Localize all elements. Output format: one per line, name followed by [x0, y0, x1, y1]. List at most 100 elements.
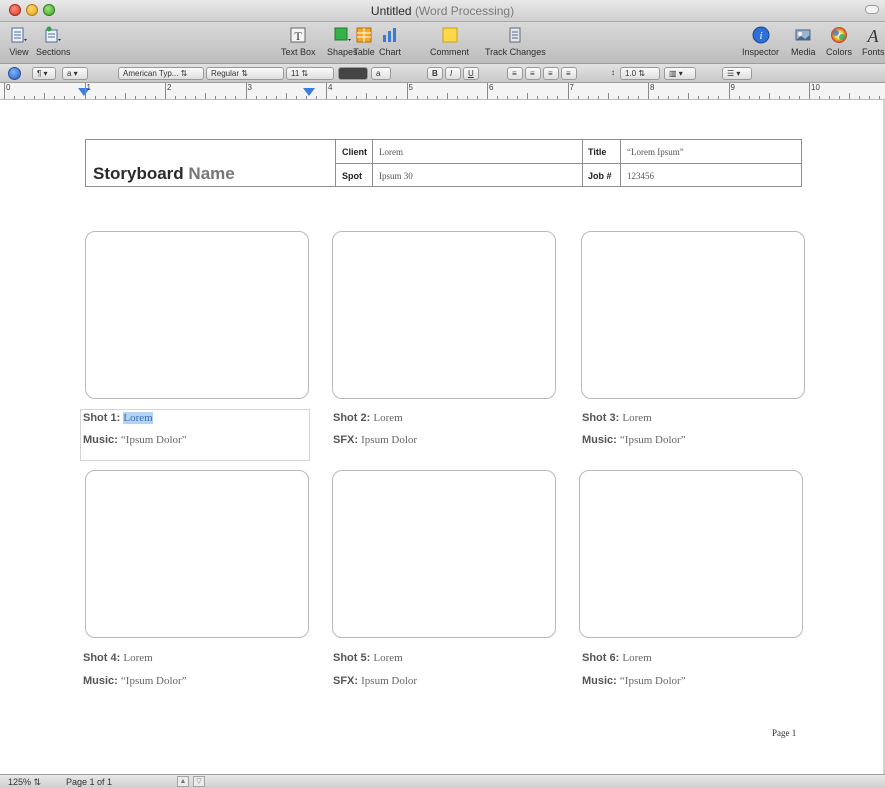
paragraph-style-popup[interactable]: ¶ ▾: [32, 67, 56, 80]
shot-5-caption[interactable]: Shot 5: Lorem: [333, 652, 403, 664]
fonts-label: Fonts: [862, 47, 885, 57]
svg-text:i: i: [759, 30, 762, 42]
view-button[interactable]: View: [8, 24, 30, 57]
track-changes-button[interactable]: Track Changes: [485, 24, 546, 57]
shot-6-music[interactable]: Music: “Ipsum Dolor”: [582, 675, 686, 687]
shot-2-caption[interactable]: Shot 2: Lorem: [333, 412, 403, 424]
previous-page-button[interactable]: ▲: [177, 776, 189, 787]
shot-frame-2[interactable]: [332, 231, 556, 399]
bold-label: B: [432, 69, 438, 78]
line-spacing-icon: ↕: [611, 68, 615, 77]
list-style-popup[interactable]: ☰ ▾: [722, 67, 752, 80]
styles-drawer-button[interactable]: [8, 67, 21, 80]
client-value-cell[interactable]: Lorem: [372, 140, 582, 163]
zoom-popup[interactable]: 125% ⇅: [8, 777, 41, 788]
toolbar-toggle-button[interactable]: [865, 5, 879, 14]
page-indicator: Page 1 of 1: [66, 777, 113, 787]
shot-1-meta-value: “Ipsum Dolor”: [120, 434, 187, 446]
shot-frame-5[interactable]: [332, 470, 556, 638]
ruler-tick: [637, 96, 639, 99]
inspector-button[interactable]: i Inspector: [742, 24, 779, 57]
shot-frame-6[interactable]: [579, 470, 803, 638]
ruler-number: 3: [247, 83, 252, 92]
text-box-button[interactable]: T Text Box: [281, 24, 316, 57]
title-label-cell[interactable]: Title: [582, 140, 620, 163]
job-label-cell[interactable]: Job #: [582, 163, 620, 186]
font-size-value: 11: [291, 69, 300, 78]
shot-1-music[interactable]: Music: “Ipsum Dolor”: [83, 434, 187, 446]
shot-1-value-selected[interactable]: Lorem: [123, 412, 153, 424]
table-button[interactable]: Table: [353, 24, 375, 57]
chart-button[interactable]: Chart: [379, 24, 401, 57]
shot-1-caption[interactable]: Shot 1: Lorem: [83, 412, 153, 424]
underline-label: U: [468, 69, 474, 78]
ruler-tick: [487, 83, 488, 99]
shot-6-caption[interactable]: Shot 6: Lorem: [582, 652, 652, 664]
line-spacing-field[interactable]: 1.0 ⇅: [620, 67, 660, 80]
character-fill-well[interactable]: a: [371, 67, 391, 80]
inspector-label: Inspector: [742, 47, 780, 57]
bold-button[interactable]: B: [427, 67, 443, 80]
format-bar: ¶ ▾ a ▾ American Typ... ⇅ Regular ⇅ 11 ⇅…: [0, 64, 885, 83]
horizontal-ruler[interactable]: 0 1 2 3 4 5 6 7 8 9 10: [0, 83, 885, 100]
shot-2-meta-value: Ipsum Dolor: [361, 434, 418, 446]
track-changes-label: Track Changes: [485, 47, 546, 57]
shot-3-caption[interactable]: Shot 3: Lorem: [582, 412, 652, 424]
font-style-popup[interactable]: Regular ⇅: [206, 67, 284, 80]
job-value-cell[interactable]: 123456: [620, 163, 801, 186]
shot-4-music[interactable]: Music: “Ipsum Dolor”: [83, 675, 187, 687]
ruler-tick: [517, 96, 519, 99]
shot-frame-4[interactable]: [85, 470, 309, 638]
ruler-tick: [104, 96, 106, 99]
tab-stop-marker[interactable]: [303, 88, 315, 96]
shot-3-music[interactable]: Music: “Ipsum Dolor”: [582, 434, 686, 446]
ruler-tick: [446, 93, 448, 99]
italic-button[interactable]: I: [445, 67, 461, 80]
align-right-button[interactable]: ≡: [543, 67, 559, 80]
ruler-tick: [577, 96, 579, 99]
fonts-button[interactable]: A Fonts: [862, 24, 885, 57]
colors-button[interactable]: Colors: [826, 24, 852, 57]
table-icon: [353, 24, 375, 46]
ruler-tick: [14, 96, 16, 99]
ruler-number: 1: [86, 83, 91, 92]
storyboard-header-table[interactable]: Storyboard Name Client Spot Lorem Ipsum …: [85, 139, 802, 187]
title-value-cell[interactable]: “Lorem Ipsum”: [620, 140, 801, 163]
ruler-tick: [114, 96, 116, 99]
shot-frame-3[interactable]: [581, 231, 805, 399]
ruler-tick: [849, 93, 851, 99]
ruler-number: 7: [569, 83, 574, 92]
align-justify-button[interactable]: ≡: [561, 67, 577, 80]
columns-popup[interactable]: ▥ ▾: [664, 67, 696, 80]
media-button[interactable]: Media: [791, 24, 816, 57]
sections-button[interactable]: Sections: [36, 24, 71, 57]
ruler-tick: [587, 96, 589, 99]
shot-2-sfx[interactable]: SFX: Ipsum Dolor: [333, 434, 417, 446]
ruler-tick: [668, 96, 670, 99]
document-page[interactable]: Storyboard Name Client Spot Lorem Ipsum …: [0, 100, 885, 774]
shot-1-label: Shot 1:: [83, 412, 121, 424]
font-family-popup[interactable]: American Typ... ⇅: [118, 67, 204, 80]
font-size-field[interactable]: 11 ⇅: [286, 67, 334, 80]
align-center-button[interactable]: ≡: [525, 67, 541, 80]
text-color-well[interactable]: [338, 67, 368, 80]
ruler-tick: [134, 96, 136, 99]
underline-button[interactable]: U: [463, 67, 479, 80]
shot-4-caption[interactable]: Shot 4: Lorem: [83, 652, 153, 664]
ruler-tick: [416, 96, 418, 99]
spot-label-cell[interactable]: Spot: [335, 163, 372, 186]
colors-label: Colors: [826, 47, 853, 57]
storyboard-title-bold: Storyboard: [93, 164, 184, 183]
character-style-popup[interactable]: a ▾: [62, 67, 88, 80]
storyboard-title[interactable]: Storyboard Name: [93, 164, 235, 184]
align-left-button[interactable]: ≡: [507, 67, 523, 80]
spot-value-cell[interactable]: Ipsum 30: [372, 163, 582, 186]
shot-5-sfx[interactable]: SFX: Ipsum Dolor: [333, 675, 417, 687]
next-page-button[interactable]: ▽: [193, 776, 205, 787]
status-bar: 125% ⇅ Page 1 of 1 ▲ ▽: [0, 774, 885, 788]
client-label-cell[interactable]: Client: [335, 140, 372, 163]
character-style-value: a: [67, 69, 72, 78]
client-label: Client: [342, 147, 368, 157]
comment-button[interactable]: Comment: [430, 24, 469, 57]
shot-frame-1[interactable]: [85, 231, 309, 399]
